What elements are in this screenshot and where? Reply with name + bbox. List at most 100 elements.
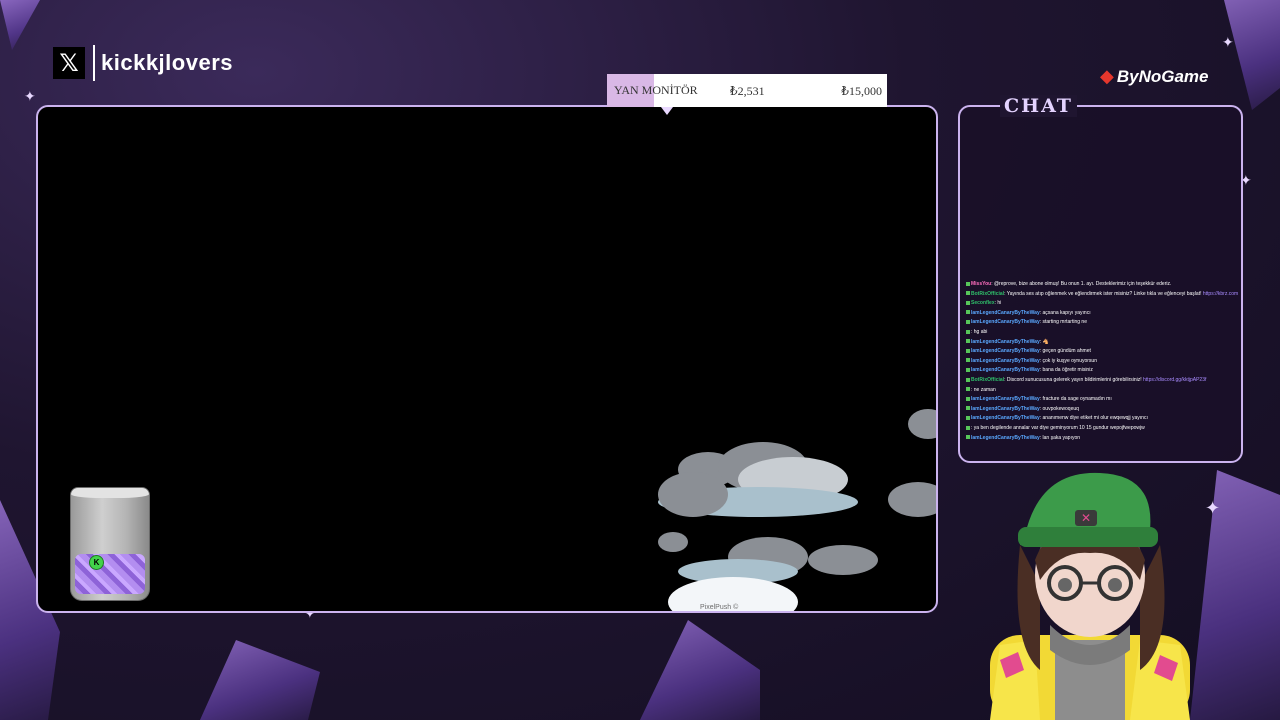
sponsor-name: ByNoGame [1116,66,1209,86]
chat-text: : hg abi [971,328,988,335]
chat-badge-icon [966,281,970,286]
chat-link[interactable]: https://kbrz.com/ick2lovers [1203,291,1238,297]
chat-link[interactable]: https://discord.gg/kktjpAP23f [1143,377,1206,383]
chat-message: BotRixOfficial: Discord sunucusuna geler… [966,376,1238,386]
chat-badge-icon [966,368,970,373]
chat-text: : açsana kapıyı yayıncı [1039,309,1091,316]
chat-badge-icon [966,387,970,392]
chat-text: : hi [994,300,1002,307]
chat-text: : lan şaka yapıyon [1039,434,1081,441]
chat-text: : @reprove, bize abone olmuş! Bu onun 1.… [991,281,1172,287]
chat-username[interactable]: IamLegendCanaryByTheWay [971,435,1040,441]
chat-username[interactable]: IamLegendCanaryByTheWay [971,406,1040,412]
crystal-decoration [0,0,40,50]
chat-message: MissYou: @reprove, bize abone olmuş! Bu … [966,280,1238,290]
chat-username[interactable]: IamLegendCanaryByTheWay [971,358,1040,364]
chat-username[interactable]: IamLegendCanaryByTheWay [971,310,1040,316]
chat-message: Seconflex: hi [966,299,1238,309]
chat-message: IamLegendCanaryByTheWay: açsana kapıyı y… [966,309,1238,319]
chat-message: IamLegendCanaryByTheWay: 🐴 [966,338,1238,348]
cloud-icon [888,482,936,517]
chat-text: : Yayında ses atıp oğlenmek ve eğlendirm… [1004,290,1202,297]
chat-badge-icon [966,300,970,305]
sparkle-icon: ✦ [1205,498,1221,519]
chat-badge-icon [966,339,970,344]
x-logo-icon: 𝕏 [53,47,85,79]
chat-badge-icon [966,320,970,325]
chat-text: : geçen gündüm ahmet [1039,348,1091,355]
svg-text:✕: ✕ [1081,511,1091,525]
chat-text: : ne zaman [971,386,996,393]
chat-message: : hg abi [966,328,1238,338]
cloud-icon [658,472,728,517]
chat-message: IamLegendCanaryByTheWay: bana da öğretir… [966,366,1238,376]
chat-username[interactable]: BotRixOfficial [971,377,1004,383]
chat-username[interactable]: IamLegendCanaryByTheWay [971,367,1040,373]
chat-username[interactable]: IamLegendCanaryByTheWay [971,319,1040,325]
chat-text: : çok iy kuşye oynuyorsun [1039,357,1097,364]
chat-username[interactable]: IamLegendCanaryByTheWay [971,339,1040,345]
divider [93,45,95,81]
chat-message: IamLegendCanaryByTheWay: geçen gündüm ah… [966,347,1238,357]
chat-message: IamLegendCanaryByTheWay: çok iy kuşye oy… [966,357,1238,367]
chat-username[interactable]: Seconflex [971,300,995,306]
crystal-decoration [1190,470,1280,720]
chat-badge-icon [966,425,970,430]
chat-message: IamLegendCanaryByTheWay: starting mrtart… [966,318,1238,328]
chat-text: : fracture da sage oynamadın mı [1039,396,1112,403]
game-capture-frame: K PixelPush © [36,105,938,613]
goal-current-amount: ₺2,531 [730,84,765,98]
chat-text: : bana da öğretir misiniz [1039,367,1093,374]
chat-text: : ya ben degilende annalar var diye gemi… [971,424,1145,431]
game-credit: PixelPush © [700,604,739,611]
goal-pointer-icon [661,107,673,115]
chat-title: CHAT [1000,95,1077,117]
chat-message-list: MissYou: @reprove, bize abone olmuş! Bu … [966,280,1238,443]
goal-label: YAN MONİTÖR [614,83,698,97]
chat-text: : 🐴 [1039,338,1049,345]
chat-text: : starting mrtarting ne [1039,319,1087,326]
kick-coin-icon: K [89,555,104,570]
cloud-icon [658,532,688,552]
chat-badge-icon [966,291,970,296]
chat-text: : ouvpokewoqeuq [1039,405,1079,412]
chat-message: IamLegendCanaryByTheWay: lan şaka yapıyo… [966,434,1238,444]
chat-badge-icon [966,415,970,420]
crystal-decoration [1224,0,1280,110]
gems-icon [75,554,145,594]
chat-badge-icon [966,396,970,401]
social-handle: 𝕏 kickkjlovers [53,44,233,82]
chat-message: IamLegendCanaryByTheWay: ouvpokewoqeuq [966,405,1238,415]
crystal-decoration [640,620,760,720]
chat-badge-icon [966,329,970,334]
sponsor-logo: ◆ ByNoGame [1100,66,1208,87]
chat-message: IamLegendCanaryByTheWay: ananımenw diye … [966,414,1238,424]
chat-username[interactable]: IamLegendCanaryByTheWay [971,348,1040,354]
sparkle-icon: ✦ [1222,35,1234,51]
bynogame-logo-icon: ◆ [1100,66,1114,86]
crystal-decoration [200,640,320,720]
cloud-icon [808,545,878,575]
chat-badge-icon [966,348,970,353]
donation-goal-bar: YAN MONİTÖR ₺2,531 ₺15,000 [607,74,887,107]
chat-badge-icon [966,310,970,315]
sparkle-icon: ✦ [24,89,36,105]
chat-text: : Discord sunucusuna gelerek yayın bildi… [1004,376,1142,383]
chat-message: IamLegendCanaryByTheWay: fracture da sag… [966,395,1238,405]
chat-message: : ya ben degilende annalar var diye gemi… [966,424,1238,434]
chat-username[interactable]: BotRixOfficial [971,291,1004,297]
chat-username[interactable]: IamLegendCanaryByTheWay [971,396,1040,402]
chat-badge-icon [966,377,970,382]
jar-rim [71,488,149,498]
chat-username[interactable]: MissYou [971,281,991,287]
chat-message: BotRixOfficial: Yayında ses atıp oğlenme… [966,290,1238,300]
handle-text: kickkjlovers [101,50,233,75]
chat-text: : ananımenw diye etiket mi olur ewqewqjj… [1039,415,1148,422]
chat-badge-icon [966,358,970,363]
chat-badge-icon [966,406,970,411]
chat-username[interactable]: IamLegendCanaryByTheWay [971,415,1040,421]
goal-target-amount: ₺15,000 [841,84,882,98]
chat-badge-icon [966,435,970,440]
cloud-icon [908,409,936,439]
tip-jar: K [70,487,150,601]
